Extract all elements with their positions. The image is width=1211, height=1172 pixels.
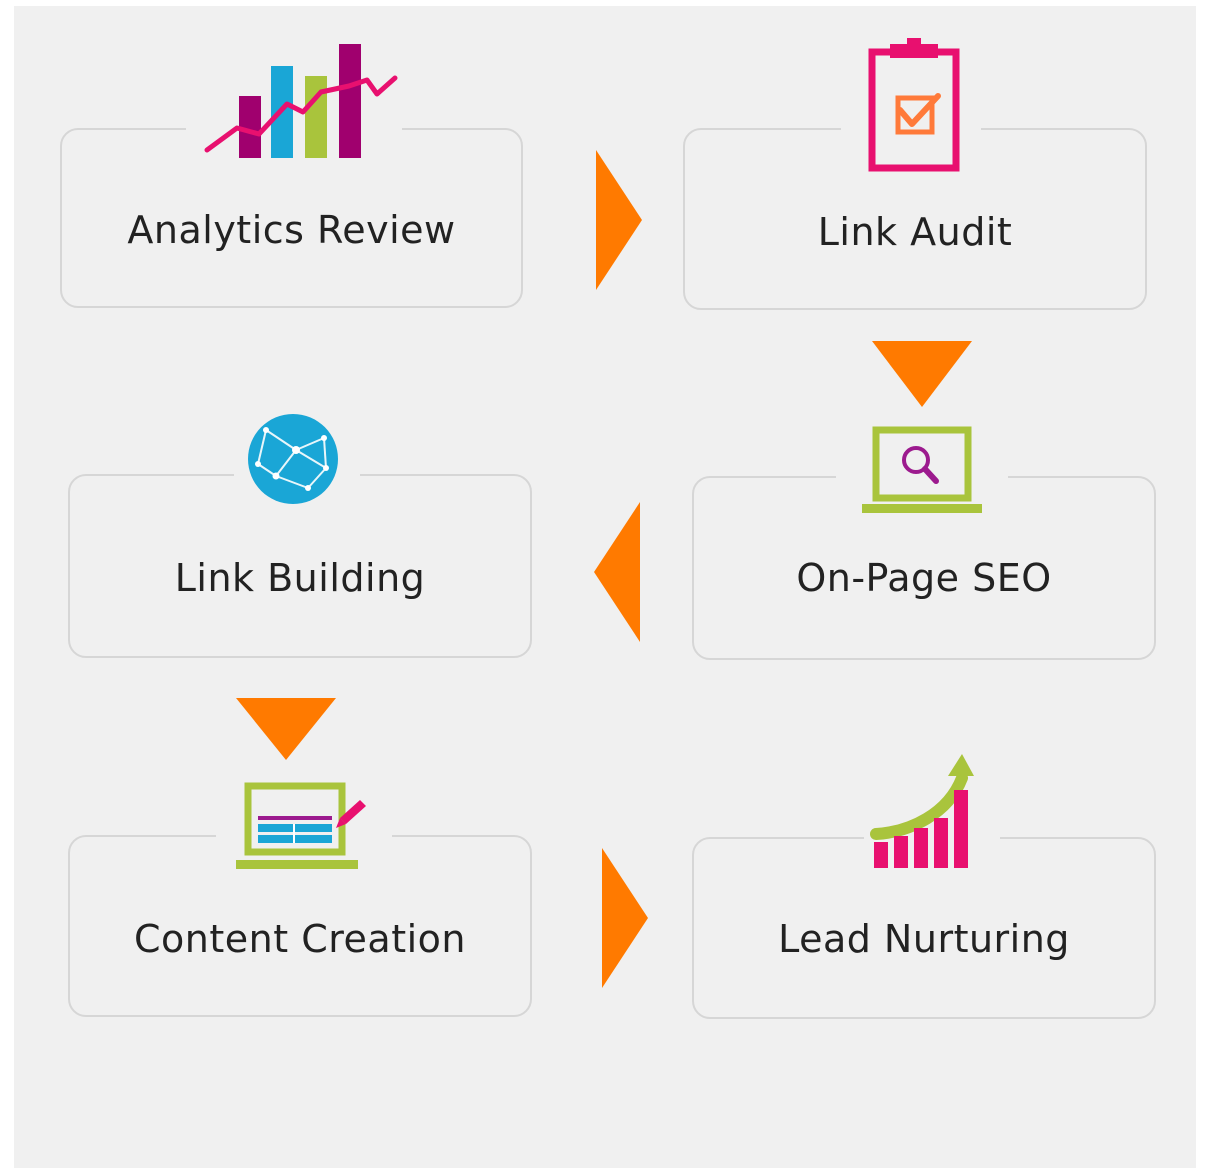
bar-chart-icon: [204, 44, 398, 158]
flow-diagram: Analytics Review Link Audit On-Page SEO: [14, 6, 1196, 1168]
step-label: On-Page SEO: [796, 556, 1052, 600]
laptop-edit-icon: [236, 782, 366, 869]
step-label: Content Creation: [134, 917, 466, 961]
growth-chart-icon: [870, 754, 974, 868]
step-label: Link Building: [174, 556, 426, 600]
arrow-down-icon: [872, 341, 972, 407]
step-label: Analytics Review: [127, 208, 456, 252]
arrow-left-icon: [594, 502, 640, 642]
arrow-right-icon: [602, 848, 648, 988]
arrow-down-icon: [236, 698, 336, 760]
step-label: Lead Nurturing: [778, 917, 1070, 961]
clipboard-check-icon: [868, 38, 960, 172]
globe-network-icon: [248, 414, 338, 504]
laptop-search-icon: [862, 426, 982, 513]
step-label: Link Audit: [817, 210, 1013, 254]
arrow-right-icon: [596, 150, 642, 290]
